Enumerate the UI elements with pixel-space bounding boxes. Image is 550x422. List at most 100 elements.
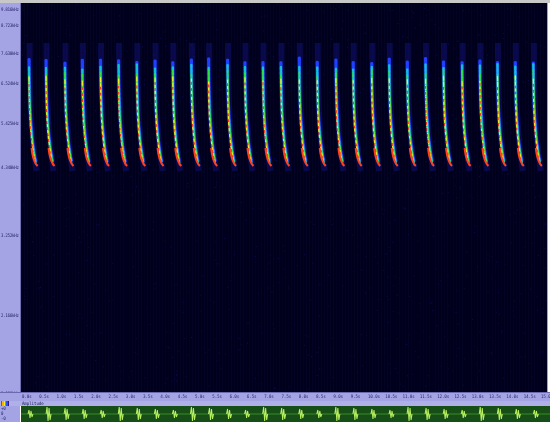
time-tick-label: 13.5s [489, 394, 502, 399]
noise-speck [196, 198, 198, 200]
noise-speck [479, 176, 481, 177]
noise-band [255, 3, 256, 392]
waveform-view[interactable] [21, 406, 550, 422]
noise-speck [373, 210, 375, 212]
noise-speck [79, 241, 81, 243]
noise-speck [425, 385, 426, 387]
noise-speck [495, 261, 497, 263]
time-tick-label: 2.0s [91, 394, 101, 399]
noise-speck [76, 3, 78, 5]
noise-band [90, 3, 91, 392]
noise-speck [454, 172, 456, 174]
noise-band [270, 3, 271, 392]
noise-speck [334, 192, 336, 194]
noise-speck [178, 310, 180, 312]
noise-speck [544, 248, 546, 249]
noise-band [303, 3, 304, 392]
noise-band [432, 3, 433, 392]
noise-speck [262, 136, 264, 138]
noise-speck [111, 263, 113, 265]
noise-speck [439, 280, 441, 282]
time-axis[interactable]: 0.0s 0.5s 1.0s 1.5s 2.0s 2.5s 3.0s 3.5s 4.0s 4.5s… [0, 392, 550, 401]
noise-speck [448, 43, 449, 45]
noise-speck [141, 46, 143, 48]
time-tick-label: 1.0s [56, 394, 67, 399]
noise-band [411, 3, 412, 392]
noise-band [537, 3, 538, 392]
noise-band [486, 3, 487, 392]
noise-speck [82, 231, 84, 233]
time-tick-label: 9.5s [350, 394, 361, 399]
noise-speck [397, 372, 399, 374]
noise-speck [347, 39, 348, 41]
noise-speck [202, 275, 204, 277]
noise-speck [419, 341, 421, 343]
noise-speck [397, 23, 399, 24]
spectrogram-view[interactable] [21, 3, 548, 392]
noise-band [249, 3, 250, 392]
noise-speck [274, 387, 276, 389]
noise-speck [346, 230, 348, 232]
noise-band [96, 3, 97, 392]
noise-speck [473, 58, 475, 60]
noise-speck [304, 254, 306, 256]
noise-speck [115, 36, 116, 38]
noise-speck [70, 34, 71, 36]
freq-tick-label: 3.252kHz [1, 233, 19, 238]
noise-speck [37, 221, 39, 223]
noise-speck [133, 266, 134, 268]
noise-speck [469, 195, 471, 197]
noise-speck [139, 172, 141, 174]
noise-speck [94, 110, 96, 112]
noise-speck [164, 31, 165, 33]
noise-speck [362, 365, 363, 367]
noise-band [330, 3, 331, 392]
noise-speck [263, 30, 265, 32]
noise-speck [284, 268, 286, 270]
noise-speck [415, 27, 416, 29]
noise-speck [403, 55, 405, 57]
noise-band [42, 3, 43, 392]
noise-speck [520, 356, 522, 358]
noise-speck [371, 156, 373, 158]
time-tick-label: 5.0s [195, 394, 205, 399]
noise-speck [304, 202, 306, 203]
audio-analyzer-window: 9.816kHz 8.723kHz 7.630kHz 6.524kHz 5.425kHz… [0, 0, 550, 422]
noise-speck [428, 9, 430, 11]
noise-band [378, 3, 379, 392]
waveform-canvas[interactable] [21, 406, 550, 422]
noise-band [285, 3, 286, 392]
noise-speck [451, 122, 453, 124]
noise-speck [531, 265, 533, 267]
noise-speck [25, 128, 27, 130]
noise-speck [328, 305, 330, 307]
noise-band [213, 3, 214, 392]
freq-tick-label: 9.816kHz [1, 7, 19, 12]
noise-speck [487, 291, 489, 293]
noise-speck [127, 148, 129, 150]
bat-call [477, 42, 491, 172]
noise-speck [353, 194, 355, 196]
noise-speck [255, 151, 257, 153]
noise-speck [208, 385, 210, 387]
noise-speck [130, 175, 132, 177]
noise-band [414, 3, 415, 392]
noise-speck [507, 173, 509, 175]
noise-band [456, 3, 457, 392]
noise-speck [328, 92, 330, 94]
noise-speck [499, 313, 500, 315]
noise-band [363, 3, 364, 392]
noise-speck [373, 351, 375, 353]
noise-band [321, 3, 322, 392]
noise-speck [340, 186, 342, 188]
noise-band [291, 3, 292, 392]
noise-speck [43, 101, 44, 103]
spectrogram-canvas[interactable] [21, 3, 547, 392]
noise-speck [202, 171, 204, 173]
noise-band [453, 3, 454, 392]
noise-speck [376, 310, 378, 312]
noise-speck [130, 153, 132, 154]
noise-speck [175, 374, 177, 376]
noise-speck [84, 347, 86, 349]
noise-speck [514, 212, 516, 214]
